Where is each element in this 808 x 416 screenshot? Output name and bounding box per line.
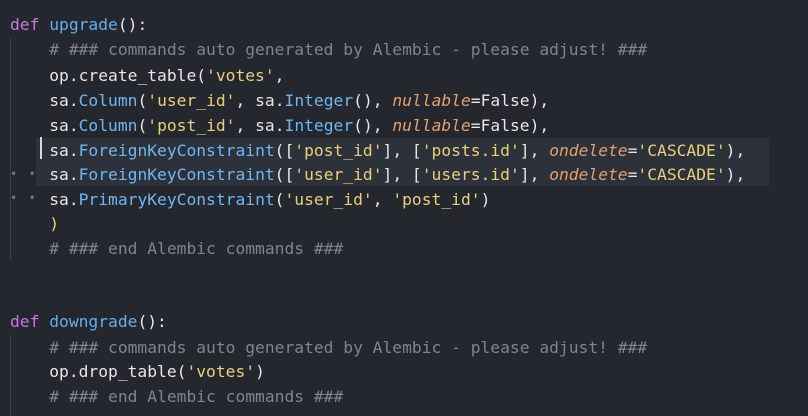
code-line-pk[interactable]: sa.PrimaryKeyConstraint('user_id', 'post…: [10, 187, 490, 212]
token-fn: upgrade: [49, 15, 118, 34]
code-line-fk-user[interactable]: sa.ForeignKeyConstraint(['user_id'], ['u…: [10, 162, 745, 187]
token-txt: =: [470, 116, 481, 135]
token-attr: ondelete: [549, 165, 628, 184]
token-attr: ondelete: [549, 141, 628, 160]
token-txt: sa.: [10, 165, 79, 184]
token-txt: (: [274, 190, 285, 209]
code-editor[interactable]: • • • • def upgrade(): # ### commands au…: [0, 0, 808, 416]
token-txt: op.drop_table(: [10, 362, 187, 381]
token-str: 'votes': [206, 66, 275, 85]
token-cm: # ### end Alembic commands ###: [10, 387, 344, 406]
token-txt: =: [627, 165, 638, 184]
token-txt: sa.: [10, 91, 79, 110]
code-line-def-downgrade[interactable]: def downgrade():: [10, 309, 167, 334]
code-line-comment-3[interactable]: # ### commands auto generated by Alembic…: [10, 335, 647, 360]
token-attr: nullable: [392, 116, 471, 135]
token-txt: ,: [274, 66, 285, 85]
code-line-column-post[interactable]: sa.Column('post_id', sa.Integer(), nulla…: [10, 113, 549, 138]
token-txt: (: [137, 91, 148, 110]
token-str: 'posts.id': [421, 141, 520, 160]
token-txt: , sa.: [235, 91, 285, 110]
code-line-comment-4[interactable]: # ### end Alembic commands ###: [10, 384, 343, 409]
token-txt: , sa.: [235, 116, 285, 135]
token-str: 'votes': [186, 362, 256, 381]
code-line-comment-2[interactable]: # ### end Alembic commands ###: [10, 236, 343, 261]
token-str: 'CASCADE': [637, 141, 726, 160]
code-line-comment-1[interactable]: # ### commands auto generated by Alembic…: [10, 37, 647, 62]
token-cm: # ### commands auto generated by Alembic…: [10, 338, 648, 357]
token-kw: def: [10, 312, 50, 331]
code-line-drop-table[interactable]: op.drop_table('votes'): [10, 359, 265, 384]
token-txt: (),: [353, 116, 393, 135]
token-str: ): [10, 214, 60, 233]
token-txt: op.create_table(: [10, 66, 207, 85]
token-txt: ([: [274, 141, 295, 160]
token-txt: sa.: [10, 190, 79, 209]
token-cls: Integer: [284, 91, 354, 110]
token-kw: def: [10, 15, 50, 34]
token-cls: Column: [78, 116, 138, 135]
token-cls: PrimaryKeyConstraint: [78, 190, 275, 209]
token-txt: (),: [353, 91, 393, 110]
token-txt: ([: [274, 165, 295, 184]
token-txt: ():: [117, 15, 148, 34]
token-cm: # ### end Alembic commands ###: [10, 239, 344, 258]
token-const: False: [480, 91, 530, 110]
token-attr: nullable: [392, 91, 471, 110]
token-cls: Integer: [284, 116, 354, 135]
token-txt: ,: [372, 190, 393, 209]
token-txt: =: [627, 141, 638, 160]
token-str: 'users.id': [421, 165, 520, 184]
code-line-fk-post[interactable]: sa.ForeignKeyConstraint(['post_id'], ['p…: [10, 138, 745, 163]
token-txt: sa.: [10, 141, 79, 160]
token-str: 'post_id': [392, 190, 481, 209]
token-str: 'CASCADE': [637, 165, 726, 184]
token-txt: ): [480, 190, 491, 209]
token-txt: ],: [519, 165, 550, 184]
token-str: 'post_id': [294, 141, 383, 160]
token-txt: ),: [529, 91, 550, 110]
token-fn: downgrade: [49, 312, 138, 331]
token-cls: Column: [78, 91, 138, 110]
token-str: 'user_id': [147, 91, 236, 110]
token-txt: ),: [725, 141, 746, 160]
token-txt: ], [: [382, 141, 422, 160]
token-txt: ),: [725, 165, 746, 184]
code-line-close-paren[interactable]: ): [10, 211, 59, 236]
code-line-column-user[interactable]: sa.Column('user_id', sa.Integer(), nulla…: [10, 88, 549, 113]
token-txt: ], [: [382, 165, 422, 184]
token-txt: sa.: [10, 116, 79, 135]
token-txt: ():: [137, 312, 167, 331]
token-txt: (: [137, 116, 148, 135]
token-cm: # ### commands auto generated by Alembic…: [10, 40, 648, 59]
token-str: 'user_id': [294, 165, 383, 184]
code-line-create-table[interactable]: op.create_table('votes',: [10, 63, 284, 88]
token-str: 'user_id': [284, 190, 373, 209]
token-cls: ForeignKeyConstraint: [78, 165, 275, 184]
token-txt: ),: [529, 116, 550, 135]
token-txt: ): [255, 362, 265, 381]
token-const: False: [480, 116, 530, 135]
token-str: 'post_id': [147, 116, 236, 135]
token-txt: ],: [519, 141, 550, 160]
code-line-def-upgrade[interactable]: def upgrade():: [10, 12, 147, 37]
token-txt: =: [470, 91, 481, 110]
token-cls: ForeignKeyConstraint: [78, 141, 275, 160]
